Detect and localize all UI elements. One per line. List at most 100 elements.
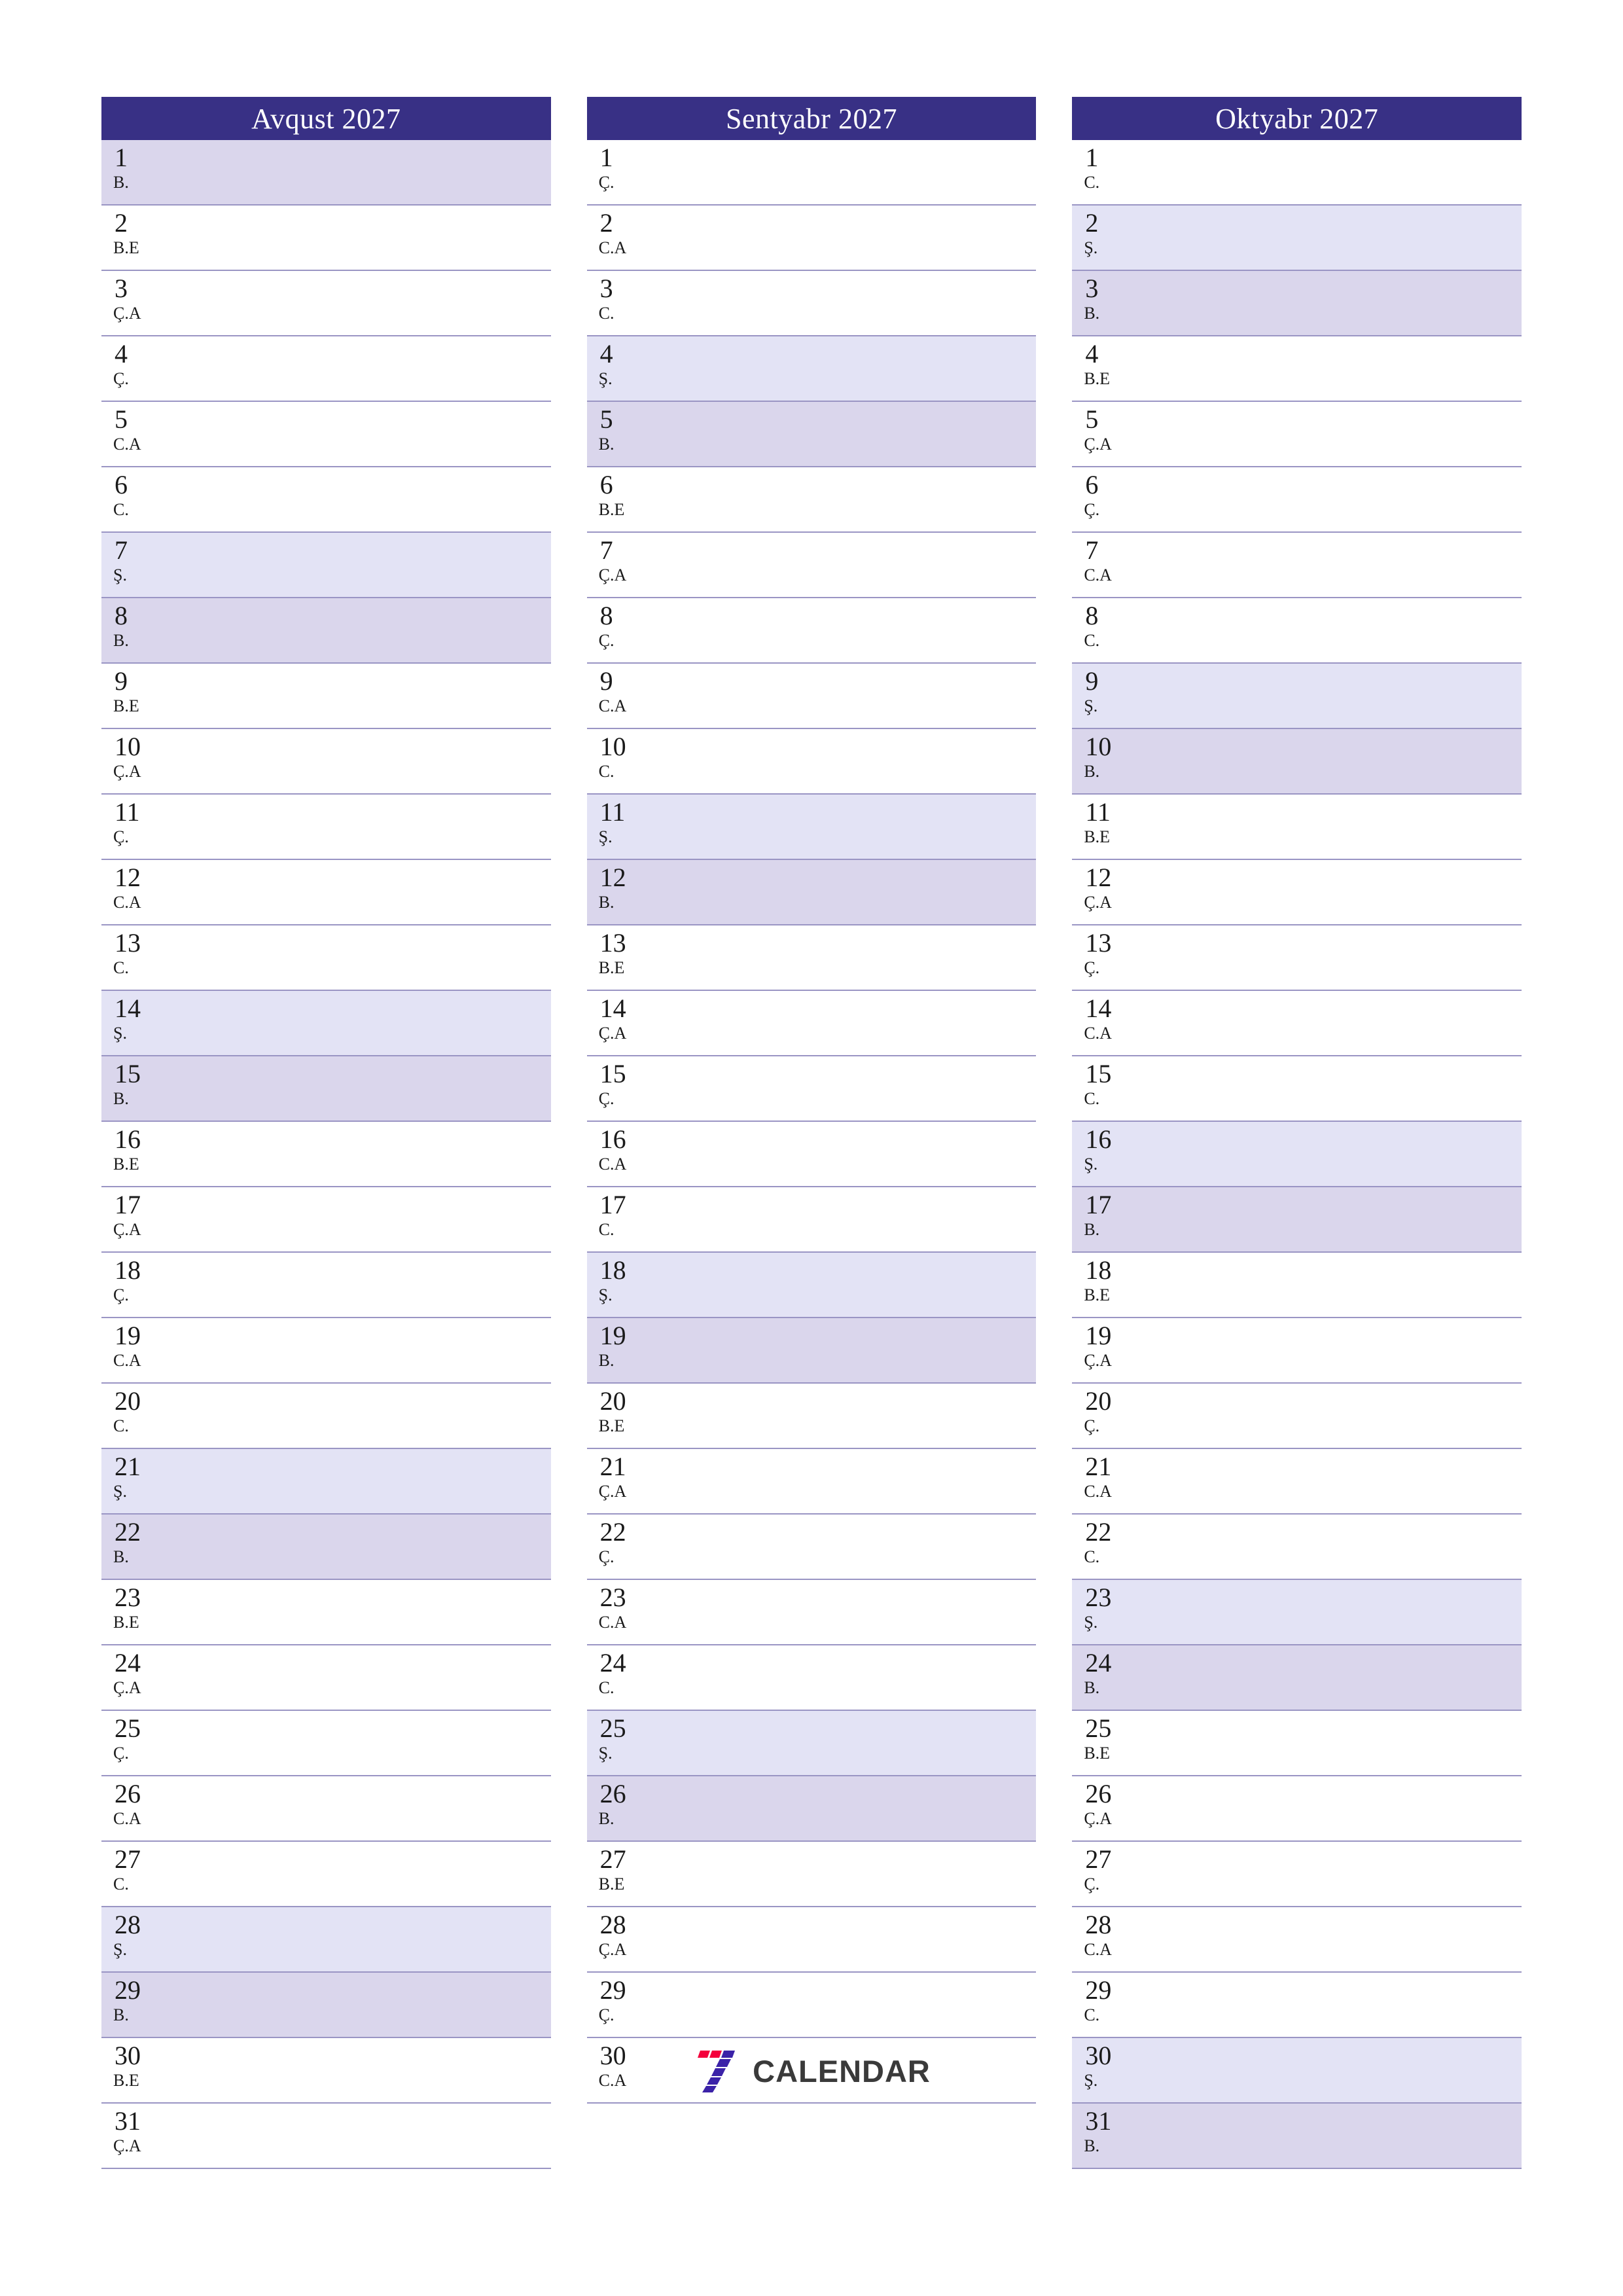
day-row[interactable]: 6 C. (101, 467, 551, 533)
day-row[interactable]: 28 C.A (1072, 1907, 1522, 1973)
day-row[interactable]: 17 C. (586, 1187, 1037, 1253)
day-row[interactable]: 24 C. (586, 1645, 1037, 1711)
day-row[interactable]: 1 C. (1072, 140, 1522, 206)
day-row[interactable]: 23 B.E (101, 1580, 551, 1645)
day-row[interactable]: 25 Ş. (586, 1711, 1037, 1776)
day-row[interactable]: 1 Ç. (586, 140, 1037, 206)
day-row[interactable]: 20 Ç. (1072, 1384, 1522, 1449)
day-row[interactable]: 26 Ç.A (1072, 1776, 1522, 1842)
day-number: 14 (115, 994, 141, 1023)
day-row[interactable]: 3 Ç.A (101, 271, 551, 336)
day-row[interactable]: 18 Ç. (101, 1253, 551, 1318)
day-row[interactable]: 2 C.A (586, 206, 1037, 271)
day-row[interactable]: 30 B.E (101, 2038, 551, 2104)
day-row[interactable]: 27 C. (101, 1842, 551, 1907)
day-row[interactable]: 8 B. (101, 598, 551, 664)
day-row[interactable]: 10 C. (586, 729, 1037, 795)
day-row[interactable]: 19 B. (586, 1318, 1037, 1384)
day-row[interactable]: 21 Ş. (101, 1449, 551, 1515)
day-row[interactable]: 19 C.A (101, 1318, 551, 1384)
day-row[interactable]: 9 B.E (101, 664, 551, 729)
day-row[interactable]: 31 Ç.A (101, 2104, 551, 2169)
day-row[interactable]: 23 C.A (586, 1580, 1037, 1645)
day-row[interactable]: 8 C. (1072, 598, 1522, 664)
day-row[interactable]: 13 C. (101, 925, 551, 991)
day-row[interactable]: 11 Ş. (586, 795, 1037, 860)
day-row[interactable]: 25 Ç. (101, 1711, 551, 1776)
day-row[interactable]: 2 B.E (101, 206, 551, 271)
day-row[interactable]: 28 Ş. (101, 1907, 551, 1973)
day-row[interactable]: 7 C.A (1072, 533, 1522, 598)
day-row[interactable]: 6 B.E (586, 467, 1037, 533)
day-row[interactable]: 27 B.E (586, 1842, 1037, 1907)
day-row[interactable]: 23 Ş. (1072, 1580, 1522, 1645)
day-row[interactable]: 10 Ç.A (101, 729, 551, 795)
day-row[interactable]: 21 Ç.A (586, 1449, 1037, 1515)
day-row[interactable]: 5 B. (586, 402, 1037, 467)
day-row[interactable]: 17 Ç.A (101, 1187, 551, 1253)
day-row[interactable]: 24 Ç.A (101, 1645, 551, 1711)
day-row[interactable]: 7 Ç.A (586, 533, 1037, 598)
day-row[interactable]: 5 Ç.A (1072, 402, 1522, 467)
day-row[interactable]: 16 Ş. (1072, 1122, 1522, 1187)
brand-logo[interactable]: CALENDAR (587, 2038, 1037, 2104)
day-row[interactable]: 15 C. (1072, 1056, 1522, 1122)
day-row[interactable]: 4 B.E (1072, 336, 1522, 402)
day-row[interactable]: 20 C. (101, 1384, 551, 1449)
day-row[interactable]: 6 Ç. (1072, 467, 1522, 533)
day-row[interactable]: 9 Ş. (1072, 664, 1522, 729)
weekday-abbreviation: C.A (1084, 1482, 1112, 1501)
day-row[interactable]: 22 B. (101, 1515, 551, 1580)
day-row[interactable]: 18 B.E (1072, 1253, 1522, 1318)
weekday-abbreviation: C. (598, 1678, 615, 1697)
day-row[interactable]: 30 Ş. (1072, 2038, 1522, 2104)
day-row[interactable]: 20 B.E (586, 1384, 1037, 1449)
day-row[interactable]: 14 Ş. (101, 991, 551, 1056)
day-row[interactable]: 29 C. (1072, 1973, 1522, 2038)
weekday-abbreviation: Ç. (1084, 1874, 1100, 1893)
day-number: 9 (599, 666, 613, 696)
day-row[interactable]: 25 B.E (1072, 1711, 1522, 1776)
day-row[interactable]: 14 Ç.A (586, 991, 1037, 1056)
day-row[interactable]: 31 B. (1072, 2104, 1522, 2169)
weekday-abbreviation: B.E (113, 696, 139, 715)
day-row[interactable]: 15 Ç. (586, 1056, 1037, 1122)
day-row[interactable]: 27 Ç. (1072, 1842, 1522, 1907)
day-row[interactable]: 18 Ş. (586, 1253, 1037, 1318)
day-row[interactable]: 12 C.A (101, 860, 551, 925)
day-row[interactable]: 11 B.E (1072, 795, 1522, 860)
day-row[interactable]: 8 Ç. (586, 598, 1037, 664)
day-row[interactable]: 28 Ç.A (586, 1907, 1037, 1973)
day-row[interactable]: 4 Ş. (586, 336, 1037, 402)
day-row[interactable]: 29 B. (101, 1973, 551, 2038)
day-row[interactable]: 26 B. (586, 1776, 1037, 1842)
day-row[interactable]: 29 Ç. (586, 1973, 1037, 2038)
day-row[interactable]: 3 B. (1072, 271, 1522, 336)
day-number: 27 (599, 1844, 626, 1874)
day-row[interactable]: 24 B. (1072, 1645, 1522, 1711)
day-row[interactable]: 21 C.A (1072, 1449, 1522, 1515)
day-row[interactable]: 15 B. (101, 1056, 551, 1122)
day-row[interactable]: 2 Ş. (1072, 206, 1522, 271)
day-row[interactable]: 13 B.E (586, 925, 1037, 991)
day-row[interactable]: 19 Ç.A (1072, 1318, 1522, 1384)
day-row[interactable]: 5 C.A (101, 402, 551, 467)
day-row[interactable]: 12 Ç.A (1072, 860, 1522, 925)
day-row[interactable]: 12 B. (586, 860, 1037, 925)
day-row[interactable]: 3 C. (586, 271, 1037, 336)
day-row[interactable]: 22 Ç. (586, 1515, 1037, 1580)
weekday-abbreviation: C.A (1084, 1940, 1112, 1959)
day-row[interactable]: 16 B.E (101, 1122, 551, 1187)
day-row[interactable]: 9 C.A (586, 664, 1037, 729)
day-row[interactable]: 11 Ç. (101, 795, 551, 860)
day-row[interactable]: 16 C.A (586, 1122, 1037, 1187)
day-row[interactable]: 13 Ç. (1072, 925, 1522, 991)
day-row[interactable]: 26 C.A (101, 1776, 551, 1842)
day-row[interactable]: 14 C.A (1072, 991, 1522, 1056)
day-row[interactable]: 1 B. (101, 140, 551, 206)
day-row[interactable]: 7 Ş. (101, 533, 551, 598)
day-row[interactable]: 4 Ç. (101, 336, 551, 402)
day-row[interactable]: 10 B. (1072, 729, 1522, 795)
day-row[interactable]: 17 B. (1072, 1187, 1522, 1253)
day-row[interactable]: 22 C. (1072, 1515, 1522, 1580)
